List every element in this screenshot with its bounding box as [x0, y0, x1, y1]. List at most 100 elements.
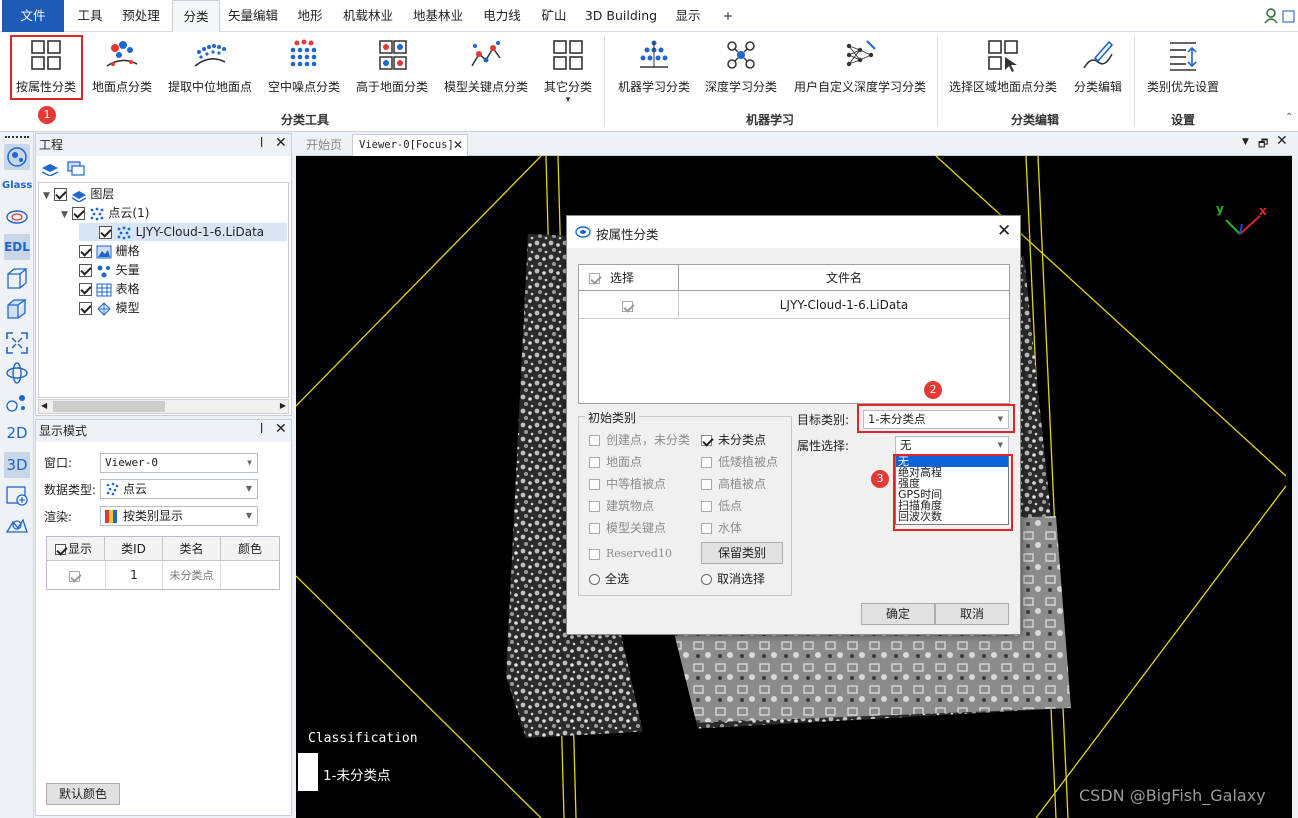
ok-button[interactable]: 确定 — [861, 603, 935, 625]
horizontal-scrollbar[interactable]: ◀ ▶ — [38, 399, 289, 414]
menu-display[interactable]: 显示 — [668, 0, 708, 32]
pin-icon[interactable]: ꟾ — [260, 137, 263, 150]
default-color-button[interactable]: 默认颜色 — [46, 783, 120, 805]
keep-class-button[interactable]: 保留类别 — [701, 542, 783, 564]
class-ground[interactable]: 地面点 — [589, 454, 642, 470]
scroll-thumb[interactable] — [53, 401, 165, 412]
deselect-radio[interactable]: 取消选择 — [701, 571, 765, 587]
scroll-left-icon[interactable]: ◀ — [41, 401, 47, 410]
region-ground-classify-button[interactable]: 选择区域地面点分类 — [946, 36, 1060, 108]
menu-vector-edit[interactable]: 矢量编辑 — [222, 0, 284, 32]
menu-preprocess[interactable]: 预处理 — [114, 0, 168, 32]
close-icon[interactable]: ✕ — [1276, 133, 1288, 149]
tree-node-raster[interactable]: 栅格 — [79, 242, 140, 260]
menu-file[interactable]: 文件 — [2, 0, 64, 32]
class-model-keypoint[interactable]: 模型关键点 — [589, 520, 666, 536]
class-water[interactable]: 水体 — [701, 520, 742, 536]
user-icon[interactable] — [1264, 8, 1278, 24]
chevron-down-icon[interactable]: ▼ — [1242, 137, 1249, 147]
other-classify-button[interactable]: 其它分类 ▾ — [538, 36, 598, 108]
above-ground-classify-button[interactable]: 高于地面分类 — [352, 36, 432, 108]
class-low-point[interactable]: 低点 — [701, 498, 742, 514]
vector-checkbox[interactable] — [79, 264, 92, 277]
close-icon[interactable]: ✕ — [997, 221, 1011, 241]
cube-icon[interactable] — [4, 296, 30, 322]
pin-icon[interactable]: ꟾ — [260, 423, 263, 436]
scroll-right-icon[interactable]: ▶ — [280, 401, 286, 410]
tree-node-table[interactable]: 表格 — [79, 280, 140, 298]
chevron-down-icon[interactable]: ▼ — [61, 210, 68, 220]
close-icon[interactable]: ✕ — [275, 421, 287, 437]
classification-edit-button[interactable]: 分类编辑 — [1070, 36, 1126, 108]
restore-icon[interactable]: 🗗 — [1258, 135, 1268, 154]
custom-dl-classify-button[interactable]: 用户自定义深度学习分类 — [790, 36, 930, 108]
ground-classify-button[interactable]: 地面点分类 — [88, 36, 156, 108]
attribute-select[interactable]: 无 ▼ — [895, 436, 1009, 455]
menu-terrain[interactable]: 地形 — [290, 0, 330, 32]
tree-node-model[interactable]: 模型 — [79, 299, 140, 317]
show-all-checkbox[interactable] — [55, 544, 66, 555]
edl-button[interactable]: EDL — [4, 234, 30, 260]
close-icon[interactable]: ✕ — [453, 135, 463, 156]
menu-add[interactable]: + — [714, 0, 742, 32]
datatype-select[interactable]: 点云 ▼ — [100, 479, 258, 499]
menu-terrestrial-forestry[interactable]: 地基林业 — [406, 0, 470, 32]
window-select[interactable]: Viewer-0 ▼ — [100, 453, 258, 473]
ml-classify-button[interactable]: 机器学习分类 — [614, 36, 694, 108]
select-all-radio[interactable]: 全选 — [589, 571, 629, 587]
file-select-checkbox[interactable] — [622, 301, 633, 312]
tree-node-vector[interactable]: 矢量 — [79, 261, 140, 279]
class-high-vegetation[interactable]: 高植被点 — [701, 476, 766, 492]
view-3d-button[interactable]: 3D — [4, 452, 30, 478]
tree-node-pointcloud[interactable]: ▼ 点云(1) — [61, 204, 149, 222]
tree-node-lidata-file[interactable]: LJYY-Cloud-1-6.LiData — [79, 223, 287, 241]
render-select[interactable]: 按类别显示 ▼ — [100, 506, 258, 526]
close-icon[interactable]: ✕ — [275, 135, 287, 151]
header-select[interactable]: 选择 — [579, 265, 679, 291]
tree-node-layers[interactable]: ▼ 图层 — [43, 185, 114, 203]
menu-powerline[interactable]: 电力线 — [476, 0, 528, 32]
row-color-swatch[interactable] — [221, 562, 279, 589]
table-row[interactable]: LJYY-Cloud-1-6.LiData — [579, 291, 1009, 319]
layers-stack-icon[interactable] — [40, 160, 60, 177]
menu-airborne-forestry[interactable]: 机载林业 — [336, 0, 400, 32]
window-icon[interactable] — [1282, 8, 1296, 24]
tab-viewer-0[interactable]: Viewer-0[Focus] ✕ — [352, 134, 468, 156]
table-row[interactable]: 1 未分类点 — [47, 562, 279, 589]
point-picking-icon[interactable] — [4, 390, 30, 416]
layers-checkbox[interactable] — [53, 188, 67, 201]
lidata-checkbox[interactable] — [99, 226, 112, 239]
raster-checkbox[interactable] — [79, 245, 92, 258]
glass-button[interactable]: Glass — [2, 180, 32, 191]
window-stack-icon[interactable] — [66, 160, 86, 176]
chevron-down-icon[interactable]: ▼ — [43, 191, 50, 201]
tab-start-page[interactable]: 开始页 — [298, 135, 350, 156]
glass-layers-icon[interactable] — [4, 204, 30, 230]
menu-mining[interactable]: 矿山 — [534, 0, 574, 32]
menu-3d-building[interactable]: 3D Building — [580, 0, 662, 32]
table-checkbox[interactable] — [79, 283, 92, 296]
class-building[interactable]: 建筑物点 — [589, 498, 654, 514]
camera-icon[interactable] — [4, 512, 30, 538]
extract-median-ground-button[interactable]: 提取中位地面点 — [164, 36, 256, 108]
fit-view-icon[interactable] — [4, 330, 30, 356]
model-checkbox[interactable] — [79, 302, 92, 315]
class-low-vegetation[interactable]: 低矮植被点 — [701, 454, 778, 470]
menu-classification[interactable]: 分类 — [172, 0, 220, 33]
class-medium-vegetation[interactable]: 中等植被点 — [589, 476, 666, 492]
cancel-button[interactable]: 取消 — [935, 603, 1009, 625]
view-2d-button[interactable]: 2D — [2, 424, 32, 442]
row-show-checkbox[interactable] — [69, 571, 80, 582]
eye-dome-icon[interactable] — [4, 144, 30, 170]
class-created-unclassified[interactable]: 创建点，未分类 — [589, 432, 690, 448]
add-view-icon[interactable] — [4, 482, 30, 508]
class-priority-button[interactable]: 类别优先设置 — [1142, 36, 1224, 108]
pointcloud-checkbox[interactable] — [71, 207, 85, 220]
menu-tools[interactable]: 工具 — [70, 0, 110, 32]
rotate-icon[interactable] — [4, 360, 30, 386]
class-unclassified[interactable]: 未分类点 — [701, 432, 766, 448]
box-icon[interactable] — [4, 266, 30, 292]
collapse-ribbon-icon[interactable]: ⌃ — [1285, 112, 1293, 123]
class-reserved10[interactable]: Reserved10 — [589, 546, 672, 562]
air-noise-classify-button[interactable]: 空中噪点分类 — [264, 36, 344, 108]
